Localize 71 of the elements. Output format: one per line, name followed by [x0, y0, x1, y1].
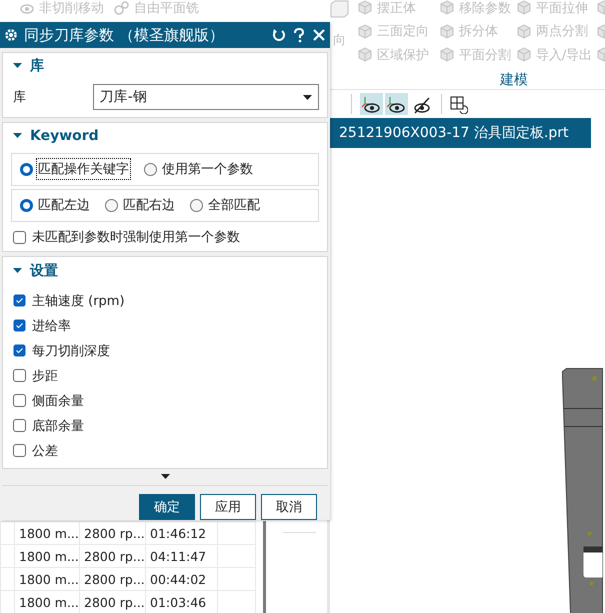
radio-button[interactable]	[20, 198, 33, 212]
table-cell: 1800 m...	[14, 544, 80, 568]
cube-icon	[330, 0, 350, 19]
radio-label[interactable]: 匹配左边	[37, 195, 91, 216]
dialog-button[interactable]: 取消	[261, 494, 317, 520]
settings-icon	[4, 28, 18, 42]
checkbox[interactable]	[13, 230, 26, 244]
library-dropdown[interactable]: 刀库-钢	[92, 84, 319, 110]
caret-icon[interactable]	[13, 62, 22, 70]
radio-label[interactable]: 全部匹配	[207, 195, 261, 216]
checkbox[interactable]	[13, 369, 26, 382]
cube-icon	[438, 0, 455, 16]
cube-icon	[356, 22, 373, 40]
checkbox-label[interactable]: 公差	[32, 442, 58, 460]
radio-button[interactable]	[20, 162, 33, 176]
cube-icon	[438, 22, 455, 40]
help-icon[interactable]	[292, 28, 306, 42]
table-cell: 1800 m...	[14, 522, 80, 544]
cube-icon	[356, 46, 373, 64]
group-label: 建模	[500, 70, 529, 88]
checkbox-label[interactable]: 每刀切削深度	[32, 342, 110, 360]
document-tab[interactable]: 25121906X003-17 治具固定板.prt	[330, 118, 591, 148]
section-title[interactable]: Keyword	[30, 128, 99, 144]
toolbar-button[interactable]	[360, 93, 383, 115]
toolbar-button[interactable]	[385, 93, 408, 115]
field-label: 库	[13, 89, 27, 106]
table-cell: 04:11:47	[146, 544, 218, 568]
cube-icon	[516, 0, 532, 16]
checkbox-label[interactable]: 侧面余量	[32, 392, 84, 410]
radio-button[interactable]	[190, 198, 203, 212]
radio-label[interactable]: 匹配操作关键字	[37, 159, 130, 180]
close-icon[interactable]	[312, 28, 326, 42]
checkbox-label[interactable]: 底部余量	[32, 416, 84, 435]
checkbox[interactable]	[13, 319, 26, 332]
checkbox-label[interactable]: 步距	[32, 366, 58, 385]
reset-icon[interactable]	[272, 28, 286, 42]
axes-eye-icon	[362, 94, 382, 114]
table-cell: 1800 m...	[14, 568, 80, 590]
radio-label[interactable]: 匹配右边	[122, 195, 176, 216]
dialog-button[interactable]: 确定	[139, 494, 195, 520]
table-cell: 01:46:12	[146, 522, 218, 544]
checkbox[interactable]	[13, 394, 26, 408]
checkbox[interactable]	[13, 419, 26, 432]
radio-label[interactable]: 使用第一个参数	[161, 159, 254, 180]
dialog-button[interactable]: 应用	[200, 494, 256, 520]
table-cell: 00:44:02	[146, 568, 218, 590]
caret-icon[interactable]	[13, 267, 22, 276]
caret-icon[interactable]	[13, 132, 22, 140]
checkbox[interactable]	[13, 444, 26, 458]
checkbox-label[interactable]: 进给率	[32, 316, 71, 335]
layout-refresh-icon	[450, 94, 468, 114]
radio-button[interactable]	[144, 162, 157, 176]
cube-icon	[516, 46, 532, 64]
checkbox-label[interactable]: 未匹配到参数时强制使用第一个参数	[32, 228, 240, 246]
checkbox-label[interactable]: 主轴速度 (rpm)	[32, 292, 125, 310]
cube-icon	[356, 0, 373, 16]
radio-button[interactable]	[105, 198, 118, 212]
table-cell: 2800 rp...	[80, 544, 146, 568]
cube-icon	[438, 46, 455, 64]
axes-eye-icon	[386, 94, 406, 114]
cube-icon	[516, 22, 532, 40]
table-cell: 2800 rp...	[80, 522, 146, 544]
checkbox[interactable]	[13, 344, 26, 358]
link-icon	[114, 0, 130, 16]
checkbox[interactable]	[13, 294, 26, 308]
caret-icon	[303, 94, 312, 100]
expand-icon[interactable]	[160, 474, 170, 479]
section-title[interactable]: 库	[30, 57, 44, 75]
dialog-title: 同步刀库参数 （模圣旗舰版）	[24, 26, 225, 44]
section-title[interactable]: 设置	[30, 262, 58, 280]
table-cell: 2800 rp...	[80, 568, 146, 590]
